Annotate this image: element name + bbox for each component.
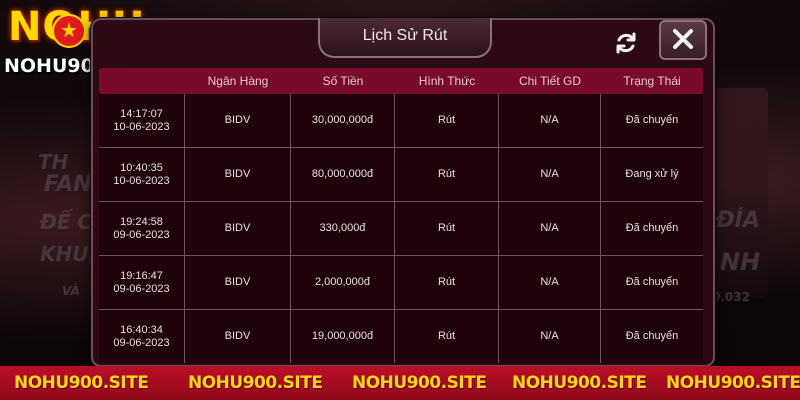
cell-method: Rút: [395, 310, 499, 363]
footer-site-label: NOHU900.SITE: [666, 373, 800, 393]
withdraw-history-dialog: Lịch Sử Rút Ngân Hàng Số Tiền Hình Thức …: [91, 18, 715, 367]
cell-datetime: 14:17:07 10-06-2023: [99, 94, 185, 147]
table-row: 10:40:35 10-06-2023 BIDV 80,000,000đ Rút…: [99, 148, 703, 202]
cell-detail: N/A: [499, 94, 601, 147]
cell-time: 10:40:35: [120, 161, 163, 174]
footer-site-label: NOHU900.SITE: [188, 373, 323, 393]
cell-method: Rút: [395, 256, 499, 309]
cell-time: 14:17:07: [120, 107, 163, 120]
cell-date: 09-06-2023: [113, 282, 170, 295]
cell-time: 16:40:34: [120, 323, 163, 336]
cell-date: 10-06-2023: [113, 120, 170, 133]
cell-status: Đã chuyển: [625, 330, 679, 342]
column-header-bank: Ngân Hàng: [207, 74, 269, 88]
column-header-amount: Số Tiền: [322, 74, 364, 88]
cell-bank: BIDV: [185, 202, 291, 255]
cell-amount: 80,000,000đ: [291, 148, 395, 201]
cell-bank: BIDV: [185, 310, 291, 363]
refresh-icon: [616, 32, 636, 54]
cell-amount: 2,000,000đ: [291, 256, 395, 309]
bg-text: VÀ: [62, 284, 80, 298]
cell-detail: N/A: [499, 148, 601, 201]
cell-amount: 330,000đ: [291, 202, 395, 255]
history-table: Ngân Hàng Số Tiền Hình Thức Chi Tiết GD …: [99, 68, 703, 363]
cell-datetime: 16:40:34 09-06-2023: [99, 310, 185, 363]
cell-status: Đang xử lý: [625, 168, 679, 180]
cell-status: Đã chuyển: [625, 222, 679, 234]
cell-method: Rút: [395, 94, 499, 147]
cell-amount: 30,000,000đ: [291, 94, 395, 147]
cell-datetime: 19:16:47 09-06-2023: [99, 256, 185, 309]
table-row: 19:16:47 09-06-2023 BIDV 2,000,000đ Rút …: [99, 256, 703, 310]
star-icon: ★: [52, 14, 86, 48]
cell-time: 19:24:58: [120, 215, 163, 228]
cell-method: Rút: [395, 202, 499, 255]
refresh-button[interactable]: [611, 28, 641, 58]
bg-text: ĐỂ C: [40, 210, 93, 234]
bg-text: TH: [38, 150, 69, 174]
cell-bank: BIDV: [185, 256, 291, 309]
table-row: 19:24:58 09-06-2023 BIDV 330,000đ Rút N/…: [99, 202, 703, 256]
cell-method: Rút: [395, 148, 499, 201]
cell-date: 09-06-2023: [113, 336, 170, 349]
table-row: 14:17:07 10-06-2023 BIDV 30,000,000đ Rút…: [99, 94, 703, 148]
cell-datetime: 10:40:35 10-06-2023: [99, 148, 185, 201]
cell-date: 10-06-2023: [113, 174, 170, 187]
cell-amount: 19,000,000đ: [291, 310, 395, 363]
column-header-status: Trạng Thái: [623, 74, 681, 88]
dialog-title: Lịch Sử Rút: [318, 18, 492, 58]
column-header-method: Hình Thức: [418, 74, 476, 88]
cell-bank: BIDV: [185, 94, 291, 147]
bg-text: NH: [720, 248, 761, 276]
cell-datetime: 19:24:58 09-06-2023: [99, 202, 185, 255]
bg-text: FAN: [44, 172, 92, 197]
footer-site-label: NOHU900.SITE: [512, 373, 647, 393]
footer-site-label: NOHU900.SITE: [14, 373, 149, 393]
cell-date: 09-06-2023: [113, 228, 170, 241]
cell-detail: N/A: [499, 256, 601, 309]
footer-banner: NOHU900.SITE NOHU900.SITE NOHU900.SITE N…: [0, 366, 800, 400]
table-row: 16:40:34 09-06-2023 BIDV 19,000,000đ Rút…: [99, 310, 703, 363]
cell-detail: N/A: [499, 310, 601, 363]
cell-status: Đã chuyển: [625, 114, 679, 126]
column-header-time: [99, 68, 185, 94]
cell-status: Đã chuyển: [625, 276, 679, 288]
cell-detail: N/A: [499, 202, 601, 255]
table-header: Ngân Hàng Số Tiền Hình Thức Chi Tiết GD …: [99, 68, 703, 94]
bg-text: ĐÍA: [716, 208, 760, 233]
column-header-detail: Chi Tiết GD: [518, 74, 581, 88]
bg-text: 0.032: [712, 290, 750, 304]
cell-bank: BIDV: [185, 148, 291, 201]
table-body: 14:17:07 10-06-2023 BIDV 30,000,000đ Rút…: [99, 94, 703, 363]
cell-time: 19:16:47: [120, 269, 163, 282]
close-icon: [673, 29, 693, 49]
close-button[interactable]: [659, 20, 707, 60]
footer-site-label: NOHU900.SITE: [352, 373, 487, 393]
